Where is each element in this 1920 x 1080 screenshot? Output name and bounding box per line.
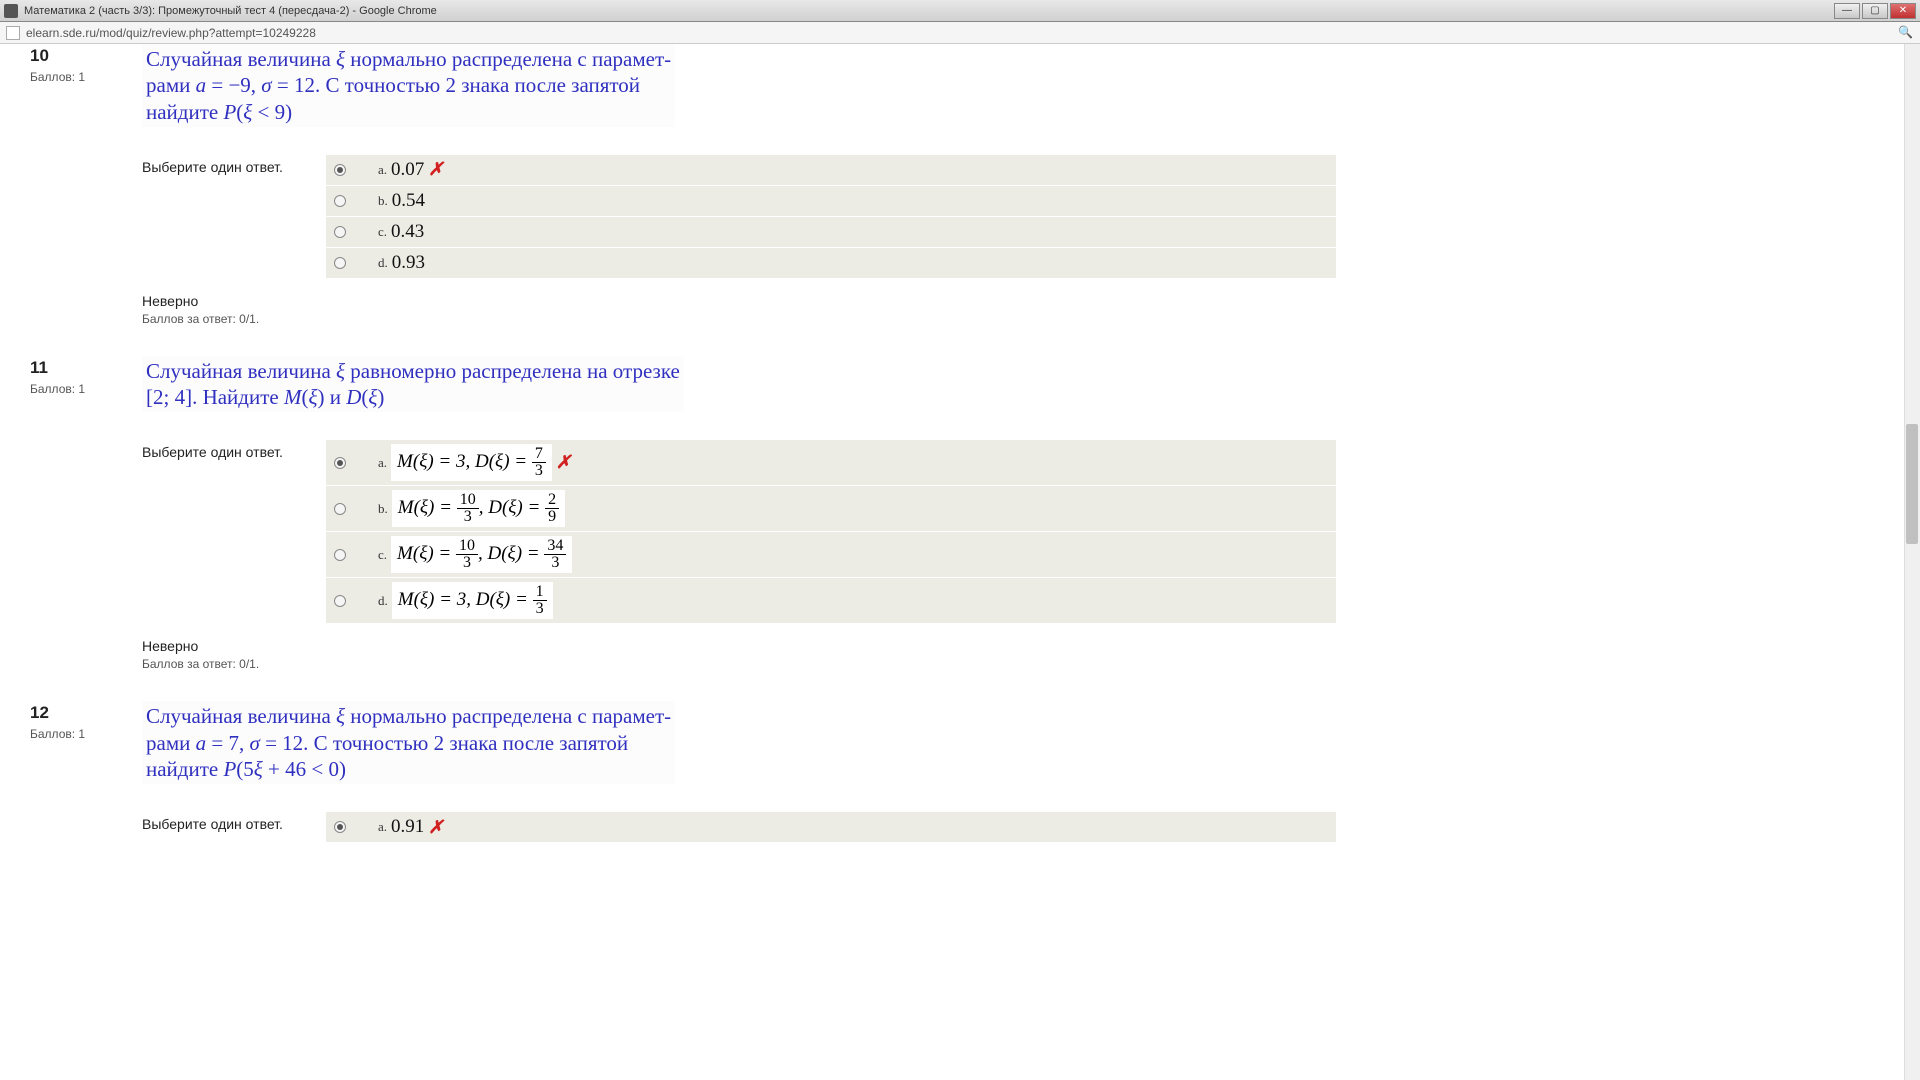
window-titlebar: Математика 2 (часть 3/3): Промежуточный …	[0, 0, 1920, 22]
answer-letter: a.	[378, 162, 387, 178]
page-content: 10 Баллов: 1 Случайная величина ξ нормал…	[0, 44, 1920, 1080]
answer-letter: b.	[378, 501, 388, 517]
answer-option[interactable]: d. M(ξ) = 3, D(ξ) = 13	[326, 578, 1336, 624]
question-points: Баллов: 1	[30, 382, 142, 396]
answers-list: a. M(ξ) = 3, D(ξ) = 73✗ b. M(ξ) = 103, D…	[326, 440, 1336, 624]
radio-button[interactable]	[334, 195, 346, 207]
answer-value: 0.07	[391, 159, 424, 181]
answer-letter: a.	[378, 819, 387, 835]
answer-section: Выберите один ответ. a. M(ξ) = 3, D(ξ) =…	[142, 440, 1900, 624]
radio-button[interactable]	[334, 164, 346, 176]
question-body: Случайная величина ξ нормально распредел…	[142, 44, 1900, 326]
maximize-button[interactable]: ▢	[1862, 3, 1888, 19]
question-points: Баллов: 1	[30, 727, 142, 741]
radio-button[interactable]	[334, 595, 346, 607]
feedback-status: Неверно	[142, 638, 1900, 654]
url-text: elearn.sde.ru/mod/quiz/review.php?attemp…	[26, 26, 316, 40]
question-text: Случайная величина ξ нормально распредел…	[142, 44, 675, 127]
answer-letter: d.	[378, 593, 388, 609]
answer-value: 0.91	[391, 816, 424, 838]
answer-option[interactable]: c. 0.43	[326, 217, 1336, 248]
question-number: 10	[30, 46, 142, 66]
answer-option[interactable]: a. 0.91✗	[326, 812, 1336, 843]
scrollbar[interactable]	[1904, 44, 1920, 1080]
question-block: 11 Баллов: 1 Случайная величина ξ равном…	[30, 356, 1900, 672]
minimize-button[interactable]: —	[1834, 3, 1860, 19]
feedback-score: Баллов за ответ: 0/1.	[142, 657, 1900, 671]
answer-option[interactable]: b. M(ξ) = 103, D(ξ) = 29	[326, 486, 1336, 532]
radio-button[interactable]	[334, 821, 346, 833]
question-block: 12 Баллов: 1 Случайная величина ξ нормал…	[30, 701, 1900, 843]
feedback: Неверно Баллов за ответ: 0/1.	[142, 293, 1900, 326]
answer-value: 0.93	[392, 252, 425, 274]
answer-section: Выберите один ответ. a. 0.91✗	[142, 812, 1900, 843]
radio-button[interactable]	[334, 457, 346, 469]
radio-button[interactable]	[334, 549, 346, 561]
question-body: Случайная величина ξ равномерно распреде…	[142, 356, 1900, 672]
question-text: Случайная величина ξ равномерно распреде…	[142, 356, 684, 413]
question-number-column: 10 Баллов: 1	[30, 44, 142, 326]
answer-letter: c.	[378, 224, 387, 240]
radio-button[interactable]	[334, 226, 346, 238]
question-text: Случайная величина ξ нормально распредел…	[142, 701, 675, 784]
answer-option[interactable]: d. 0.93	[326, 248, 1336, 279]
window-title: Математика 2 (часть 3/3): Промежуточный …	[24, 5, 1834, 17]
question-points: Баллов: 1	[30, 70, 142, 84]
wrong-mark-icon: ✗	[556, 452, 571, 473]
question-number: 11	[30, 358, 142, 378]
feedback-status: Неверно	[142, 293, 1900, 309]
question-block: 10 Баллов: 1 Случайная величина ξ нормал…	[30, 44, 1900, 326]
close-button[interactable]: ✕	[1890, 3, 1916, 19]
answer-value: 0.43	[391, 221, 424, 243]
wrong-mark-icon: ✗	[428, 159, 443, 180]
question-number-column: 11 Баллов: 1	[30, 356, 142, 672]
choose-prompt: Выберите один ответ.	[142, 440, 326, 624]
answer-value: 0.54	[392, 190, 425, 212]
answer-section: Выберите один ответ. a. 0.07✗ b. 0.54 c.…	[142, 155, 1900, 279]
answers-list: a. 0.07✗ b. 0.54 c. 0.43 d. 0.93	[326, 155, 1336, 279]
choose-prompt: Выберите один ответ.	[142, 155, 326, 279]
question-number: 12	[30, 703, 142, 723]
window-buttons: — ▢ ✕	[1834, 3, 1916, 19]
page-icon	[6, 26, 20, 40]
answer-option[interactable]: a. 0.07✗	[326, 155, 1336, 186]
wrong-mark-icon: ✗	[428, 817, 443, 838]
answer-letter: d.	[378, 255, 388, 271]
question-number-column: 12 Баллов: 1	[30, 701, 142, 843]
answer-option[interactable]: b. 0.54	[326, 186, 1336, 217]
feedback: Неверно Баллов за ответ: 0/1.	[142, 638, 1900, 671]
answer-option[interactable]: a. M(ξ) = 3, D(ξ) = 73✗	[326, 440, 1336, 486]
answer-option[interactable]: c. M(ξ) = 103, D(ξ) = 343	[326, 532, 1336, 578]
scroll-thumb[interactable]	[1906, 424, 1918, 544]
answer-letter: c.	[378, 547, 387, 563]
app-icon	[4, 4, 18, 18]
feedback-score: Баллов за ответ: 0/1.	[142, 312, 1900, 326]
search-icon[interactable]: 🔍	[1898, 25, 1914, 41]
answers-list: a. 0.91✗	[326, 812, 1336, 843]
question-body: Случайная величина ξ нормально распредел…	[142, 701, 1900, 843]
radio-button[interactable]	[334, 257, 346, 269]
address-bar[interactable]: elearn.sde.ru/mod/quiz/review.php?attemp…	[0, 22, 1920, 44]
answer-letter: a.	[378, 455, 387, 471]
answer-letter: b.	[378, 193, 388, 209]
radio-button[interactable]	[334, 503, 346, 515]
choose-prompt: Выберите один ответ.	[142, 812, 326, 843]
